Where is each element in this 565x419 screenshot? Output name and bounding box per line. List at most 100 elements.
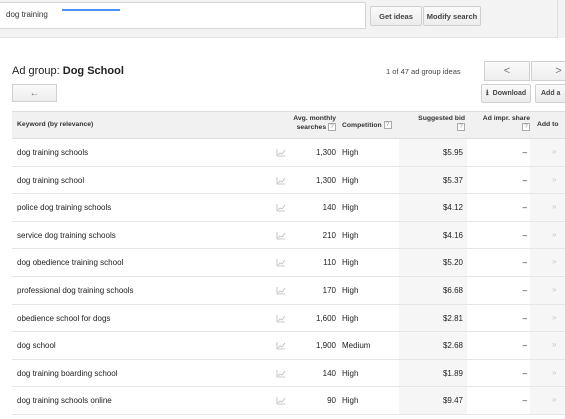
add-column-shade bbox=[530, 249, 565, 276]
add-to-plan-arrow-icon[interactable]: » bbox=[552, 313, 556, 322]
get-ideas-button[interactable]: Get ideas bbox=[370, 6, 422, 26]
search-focus-underline bbox=[62, 9, 120, 11]
col-bid-label: Suggested bid bbox=[418, 115, 465, 122]
keyword-cell: obedience school for dogs bbox=[17, 313, 111, 323]
add-to-plan-arrow-icon[interactable]: » bbox=[552, 340, 556, 349]
help-icon[interactable]: ? bbox=[457, 123, 465, 131]
help-icon[interactable]: ? bbox=[328, 123, 336, 131]
add-to-plan-arrow-icon[interactable]: » bbox=[552, 395, 556, 404]
table-row: professional dog training schools 170 Hi… bbox=[12, 276, 565, 305]
back-arrow-icon: ← bbox=[29, 87, 40, 99]
col-suggested-bid[interactable]: Suggested bid ? bbox=[399, 115, 465, 132]
help-icon[interactable]: ? bbox=[383, 121, 392, 129]
suggested-bid-cell: $5.20 bbox=[442, 258, 463, 268]
suggested-bid-cell: $5.95 bbox=[442, 148, 463, 157]
competition-cell: High bbox=[342, 175, 359, 185]
table-row: police dog training schools 140 High $4.… bbox=[12, 194, 565, 222]
ad-impr-share-cell: – bbox=[522, 175, 527, 185]
trend-chart-icon[interactable] bbox=[276, 314, 286, 323]
ad-impr-share-cell: – bbox=[522, 313, 527, 323]
trend-chart-icon[interactable] bbox=[276, 396, 286, 405]
trend-chart-icon[interactable] bbox=[276, 148, 286, 157]
trend-chart-icon[interactable] bbox=[276, 286, 286, 295]
trend-chart-icon[interactable] bbox=[276, 203, 286, 212]
table-row: dog obedience training school 110 High $… bbox=[12, 249, 565, 277]
download-icon: ⭳ bbox=[485, 87, 489, 97]
help-icon[interactable]: ? bbox=[522, 123, 530, 131]
modify-search-button[interactable]: Modify search bbox=[423, 6, 481, 26]
competition-cell: High bbox=[342, 203, 359, 213]
chevron-right-icon: > bbox=[555, 65, 562, 77]
col-searches-line1: Avg. monthly bbox=[293, 115, 336, 122]
suggested-bid-cell: $4.12 bbox=[442, 203, 463, 213]
add-column-shade bbox=[530, 166, 565, 194]
add-to-plan-arrow-icon[interactable]: » bbox=[552, 285, 556, 294]
pager-text: 1 of 47 ad group ideas bbox=[386, 67, 461, 76]
keyword-cell: dog training school bbox=[17, 175, 85, 185]
searches-cell: 140 bbox=[322, 203, 336, 213]
add-column-shade bbox=[530, 139, 565, 166]
add-column-shade bbox=[530, 332, 565, 359]
keyword-cell: dog training schools online bbox=[17, 396, 112, 406]
search-input-value: dog training bbox=[6, 10, 48, 19]
ad-impr-share-cell: – bbox=[522, 368, 527, 378]
add-all-button[interactable]: Add a bbox=[535, 84, 565, 103]
competition-cell: High bbox=[342, 285, 359, 295]
searches-cell: 1,300 bbox=[315, 175, 336, 185]
keyword-cell: dog training boarding school bbox=[17, 368, 118, 378]
suggested-bid-cell: $5.37 bbox=[442, 175, 463, 185]
competition-cell: High bbox=[342, 230, 359, 240]
competition-cell: High bbox=[342, 258, 359, 268]
search-bar-area: dog training Get ideas Modify search bbox=[0, 0, 565, 38]
back-button[interactable]: ← bbox=[12, 84, 57, 102]
ad-impr-share-cell: – bbox=[522, 203, 527, 213]
add-to-plan-arrow-icon[interactable]: » bbox=[552, 175, 556, 184]
add-to-plan-arrow-icon[interactable]: » bbox=[552, 257, 556, 266]
col-avg-monthly-searches[interactable]: Avg. monthly searches ? bbox=[272, 115, 336, 132]
suggested-bid-cell: $4.16 bbox=[442, 230, 463, 240]
prev-ad-group-button[interactable]: < bbox=[484, 61, 530, 81]
next-ad-group-button[interactable]: > bbox=[531, 61, 565, 81]
col-keyword[interactable]: Keyword (by relevance) bbox=[17, 121, 93, 128]
ad-impr-share-cell: – bbox=[522, 258, 527, 268]
searches-cell: 1,600 bbox=[315, 313, 336, 323]
chevron-left-icon: < bbox=[503, 65, 511, 77]
trend-chart-icon[interactable] bbox=[276, 258, 286, 267]
add-column-shade bbox=[530, 304, 565, 332]
add-to-plan-arrow-icon[interactable]: » bbox=[552, 147, 556, 156]
search-input[interactable]: dog training bbox=[0, 2, 366, 29]
keyword-cell: dog training schools bbox=[17, 148, 89, 157]
keyword-cell: dog school bbox=[17, 341, 56, 351]
suggested-bid-cell: $1.89 bbox=[442, 368, 463, 378]
keyword-cell: dog obedience training school bbox=[17, 258, 124, 268]
add-column-shade bbox=[530, 276, 565, 304]
add-column-shade bbox=[530, 194, 565, 221]
trend-chart-icon[interactable] bbox=[276, 369, 286, 378]
table-row: service dog training schools 210 High $4… bbox=[12, 221, 565, 250]
download-button[interactable]: ⭳ Download bbox=[481, 84, 531, 103]
add-to-plan-arrow-icon[interactable]: » bbox=[552, 230, 556, 239]
searches-cell: 140 bbox=[322, 368, 336, 378]
suggested-bid-cell: $2.81 bbox=[442, 313, 463, 323]
table-row: dog training schools online 90 High $9.4… bbox=[12, 387, 565, 415]
trend-chart-icon[interactable] bbox=[276, 176, 286, 185]
col-competition-label: Competition bbox=[342, 121, 382, 129]
suggested-bid-cell: $6.68 bbox=[442, 285, 463, 295]
searches-cell: 1,900 bbox=[315, 341, 336, 351]
searches-cell: 210 bbox=[322, 230, 336, 240]
add-to-plan-arrow-icon[interactable]: » bbox=[552, 202, 556, 211]
competition-cell: High bbox=[342, 396, 359, 406]
col-competition[interactable]: Competition ? bbox=[342, 121, 392, 129]
col-add-to-plan: Add to bbox=[537, 121, 559, 128]
trend-chart-icon[interactable] bbox=[276, 231, 286, 240]
ad-group-label: Ad group: bbox=[12, 65, 63, 77]
ad-impr-share-cell: – bbox=[522, 341, 527, 351]
competition-cell: High bbox=[342, 313, 359, 323]
suggested-bid-cell: $9.47 bbox=[442, 396, 463, 406]
add-to-plan-arrow-icon[interactable]: » bbox=[552, 368, 556, 377]
competition-cell: High bbox=[342, 368, 359, 378]
trend-chart-icon[interactable] bbox=[276, 341, 286, 350]
col-impr-label: Ad impr. share bbox=[482, 115, 530, 122]
keyword-cell: service dog training schools bbox=[17, 230, 116, 240]
col-ad-impr-share[interactable]: Ad impr. share ? bbox=[472, 115, 530, 132]
